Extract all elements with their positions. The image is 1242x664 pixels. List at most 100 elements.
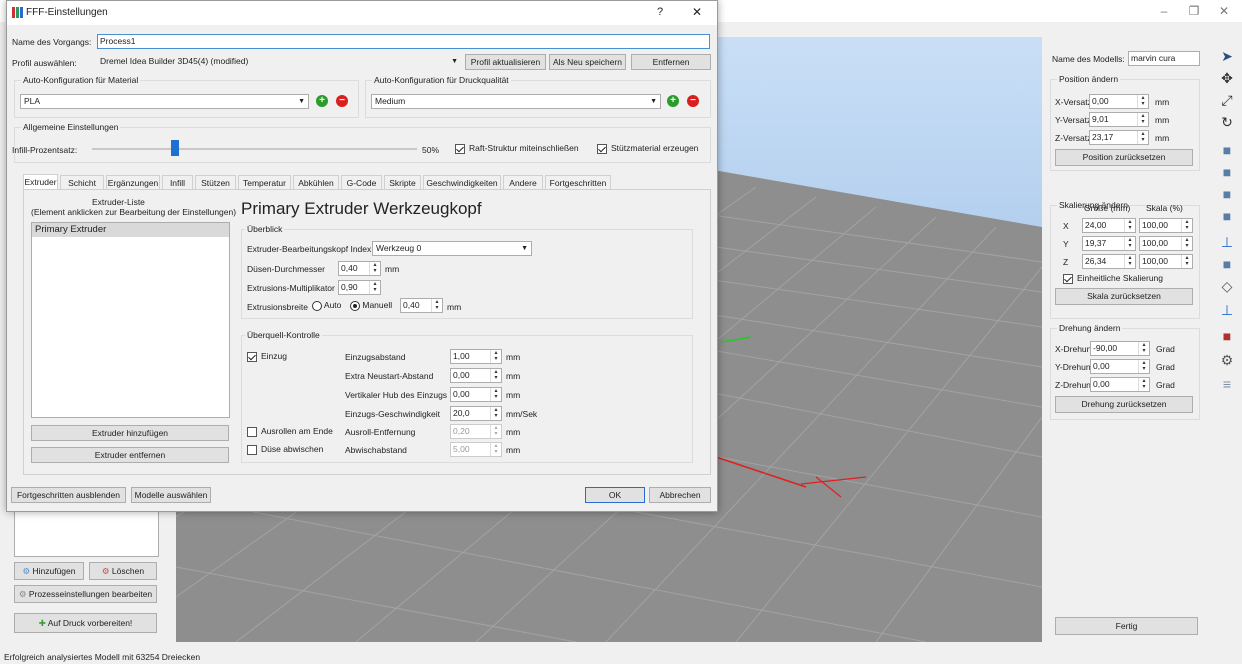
- material-select[interactable]: PLA ▼: [20, 94, 309, 109]
- coast-checkbox[interactable]: Ausrollen am Ende: [247, 426, 333, 437]
- add-extruder-button[interactable]: Extruder hinzufügen: [31, 425, 229, 441]
- cube-top-icon[interactable]: ■: [1217, 185, 1237, 203]
- scale-icon[interactable]: ⤢: [1217, 91, 1237, 109]
- profile-select[interactable]: Dremel Idea Builder 3D45(4) (modified) ▼: [97, 55, 461, 70]
- auto-radio[interactable]: Auto: [312, 300, 341, 311]
- done-button[interactable]: Fertig: [1055, 617, 1198, 635]
- add-process-button[interactable]: ⚙ Hinzufügen: [14, 562, 84, 580]
- extruder-list[interactable]: Primary Extruder: [31, 222, 230, 418]
- delete-process-button[interactable]: ⚙ Löschen: [89, 562, 157, 580]
- z-rotation-input[interactable]: 0,00 ▴ ▾: [1090, 377, 1150, 392]
- vertical-lift-input[interactable]: 0,00 ▴ ▾: [450, 387, 502, 402]
- extrusion-width-input[interactable]: 0,40 ▴ ▾: [400, 298, 443, 313]
- coast-distance-input[interactable]: 0,20 ▴ ▾: [450, 424, 502, 439]
- extruder-list-hint: (Element anklicken zur Bearbeitung der E…: [31, 207, 237, 217]
- cube-iso-icon[interactable]: ■: [1217, 207, 1237, 225]
- cancel-button[interactable]: Abbrechen: [649, 487, 711, 503]
- scale-z-input[interactable]: 100,00 ▴ ▾: [1139, 254, 1193, 269]
- tab-ergänzungen[interactable]: Ergänzungen: [106, 175, 160, 189]
- x-offset-label: X-Versatz: [1055, 97, 1092, 107]
- rotate-icon[interactable]: ↻: [1217, 113, 1237, 131]
- raft-checkbox[interactable]: Raft-Struktur miteinschließen: [455, 143, 579, 154]
- scale-x-input[interactable]: 100,00 ▴ ▾: [1139, 218, 1193, 233]
- remove-extruder-button[interactable]: Extruder entfernen: [31, 447, 229, 463]
- move-icon[interactable]: ✥: [1217, 69, 1237, 87]
- add-material-icon[interactable]: +: [316, 95, 328, 107]
- cube-red-icon[interactable]: ■: [1217, 327, 1237, 345]
- retraction-distance-input[interactable]: 1,00 ▴ ▾: [450, 349, 502, 364]
- x-scale-label: X: [1063, 221, 1069, 231]
- gear-icon[interactable]: ⚙: [1217, 351, 1237, 369]
- tab-extruder[interactable]: Extruder: [23, 174, 58, 190]
- retraction-speed-input[interactable]: 20,0 ▴ ▾: [450, 406, 502, 421]
- tab-andere[interactable]: Andere: [503, 175, 543, 189]
- uniform-scaling-checkbox[interactable]: Einheitliche Skalierung: [1063, 273, 1163, 284]
- x-offset-input[interactable]: 0,00 ▴ ▾: [1089, 94, 1149, 109]
- retraction-checkbox[interactable]: Einzug: [247, 351, 287, 362]
- tab-fortgeschritten[interactable]: Fortgeschritten: [545, 175, 611, 189]
- tab-abkühlen[interactable]: Abkühlen: [293, 175, 339, 189]
- right-panel: Name des Modells: marvin cura Position ä…: [1042, 37, 1212, 642]
- nozzle-diameter-input[interactable]: 0,40 ▴ ▾: [338, 261, 381, 276]
- size-z-input[interactable]: 26,34 ▴ ▾: [1082, 254, 1136, 269]
- infill-slider-track[interactable]: [92, 148, 417, 150]
- axes-icon[interactable]: ⊥: [1217, 233, 1237, 251]
- retraction-distance-unit: mm: [506, 352, 521, 362]
- manual-radio-icon: [350, 300, 360, 311]
- reset-position-button[interactable]: Position zurücksetzen: [1055, 149, 1193, 166]
- help-button[interactable]: ?: [657, 6, 663, 18]
- tab-stützen[interactable]: Stützen: [195, 175, 236, 189]
- reset-rotation-button[interactable]: Drehung zurücksetzen: [1055, 396, 1193, 413]
- infill-slider-handle[interactable]: [170, 140, 179, 156]
- cube-wire-icon[interactable]: ◇: [1217, 277, 1237, 295]
- size-y-input[interactable]: 19,37 ▴ ▾: [1082, 236, 1136, 251]
- y-rotation-input[interactable]: 0,00 ▴ ▾: [1090, 359, 1150, 374]
- scale-y-input[interactable]: 100,00 ▴ ▾: [1139, 236, 1193, 251]
- size-x-input[interactable]: 24,00 ▴ ▾: [1082, 218, 1136, 233]
- quality-select[interactable]: Medium ▼: [371, 94, 661, 109]
- z-offset-input[interactable]: 23,17 ▴ ▾: [1089, 130, 1149, 145]
- support-check-icon: [597, 143, 607, 154]
- cursor-icon[interactable]: ➤: [1217, 47, 1237, 65]
- model-name-input[interactable]: marvin cura: [1128, 51, 1200, 66]
- update-profile-button[interactable]: Profil aktualisieren: [465, 54, 546, 70]
- dialog-close-button[interactable]: ✕: [692, 5, 702, 19]
- add-quality-icon[interactable]: +: [667, 95, 679, 107]
- select-models-button[interactable]: Modelle auswählen: [131, 487, 211, 503]
- wipe-distance-input[interactable]: 5,00 ▴ ▾: [450, 442, 502, 457]
- cube-side-icon[interactable]: ■: [1217, 163, 1237, 181]
- extra-restart-input[interactable]: 0,00 ▴ ▾: [450, 368, 502, 383]
- extrusion-multiplier-input[interactable]: 0,90 ▴ ▾: [338, 280, 381, 295]
- tab-skripte[interactable]: Skripte: [384, 175, 421, 189]
- x-rotation-input[interactable]: -90,00 ▴ ▾: [1090, 341, 1150, 356]
- remove-profile-button[interactable]: Entfernen: [631, 54, 711, 70]
- toolhead-index-select[interactable]: Werkzeug 0 ▼: [372, 241, 532, 256]
- tab-temperatur[interactable]: Temperatur: [238, 175, 291, 189]
- minimize-button[interactable]: –: [1150, 2, 1178, 20]
- list-item[interactable]: Primary Extruder: [32, 223, 229, 237]
- maximize-button[interactable]: ❐: [1180, 2, 1208, 20]
- process-name-input[interactable]: Process1: [97, 34, 710, 49]
- y-offset-input[interactable]: 9,01 ▴ ▾: [1089, 112, 1149, 127]
- prepare-print-button[interactable]: ✚ Auf Druck vorbereiten!: [14, 613, 157, 633]
- wipe-checkbox[interactable]: Düse abwischen: [247, 444, 323, 455]
- save-as-new-button[interactable]: Als Neu speichern: [549, 54, 626, 70]
- tab-infill[interactable]: Infill: [162, 175, 193, 189]
- wipe-check-icon: [247, 444, 257, 455]
- anchor-icon[interactable]: ⊥: [1217, 301, 1237, 319]
- manual-radio[interactable]: Manuell: [350, 300, 392, 311]
- support-checkbox[interactable]: Stützmaterial erzeugen: [597, 143, 698, 154]
- close-button[interactable]: ✕: [1210, 2, 1238, 20]
- cube-front-icon[interactable]: ■: [1217, 141, 1237, 159]
- remove-quality-icon[interactable]: −: [687, 95, 699, 107]
- ok-button[interactable]: OK: [585, 487, 645, 503]
- reset-scale-button[interactable]: Skala zurücksetzen: [1055, 288, 1193, 305]
- edit-process-settings-button[interactable]: ⚙ Prozesseinstellungen bearbeiten: [14, 585, 157, 603]
- tab-schicht[interactable]: Schicht: [60, 175, 104, 189]
- cube-solid-icon[interactable]: ■: [1217, 255, 1237, 273]
- hide-advanced-button[interactable]: Fortgeschritten ausblenden: [11, 487, 126, 503]
- remove-material-icon[interactable]: −: [336, 95, 348, 107]
- tab-geschwindigkeiten[interactable]: Geschwindigkeiten: [423, 175, 501, 189]
- layers-icon[interactable]: ≡: [1217, 375, 1237, 393]
- tab-g-code[interactable]: G-Code: [341, 175, 382, 189]
